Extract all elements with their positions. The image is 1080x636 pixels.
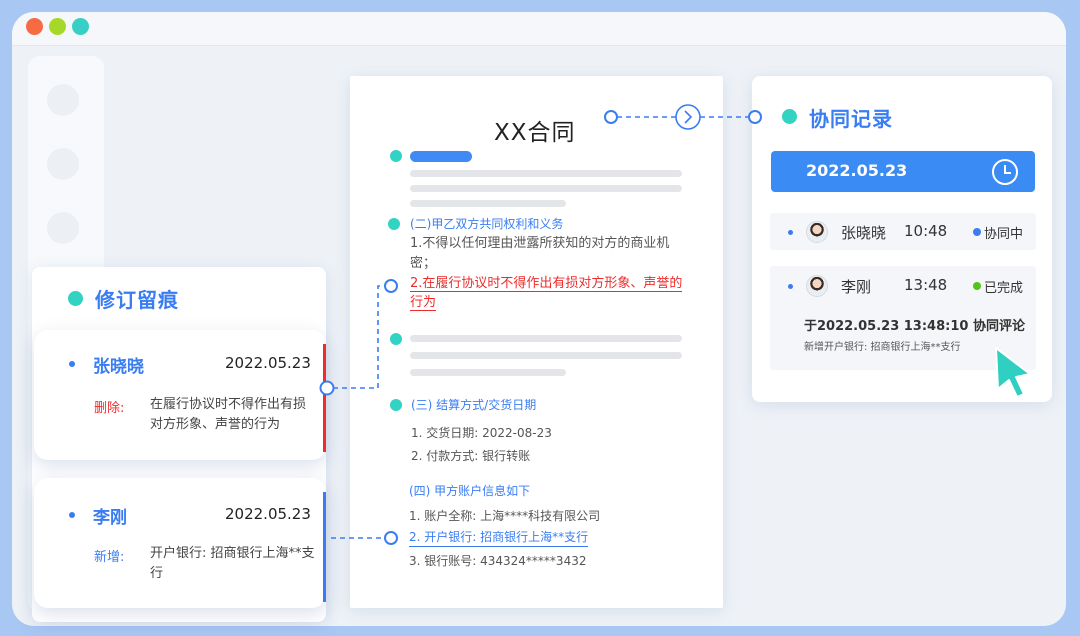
- chevron-right-icon[interactable]: [675, 104, 701, 130]
- deletion-connector: [319, 279, 398, 396]
- cursor-pointer-icon: [995, 347, 1031, 398]
- addition-connector: [331, 531, 398, 545]
- connector-overlay: [319, 104, 762, 545]
